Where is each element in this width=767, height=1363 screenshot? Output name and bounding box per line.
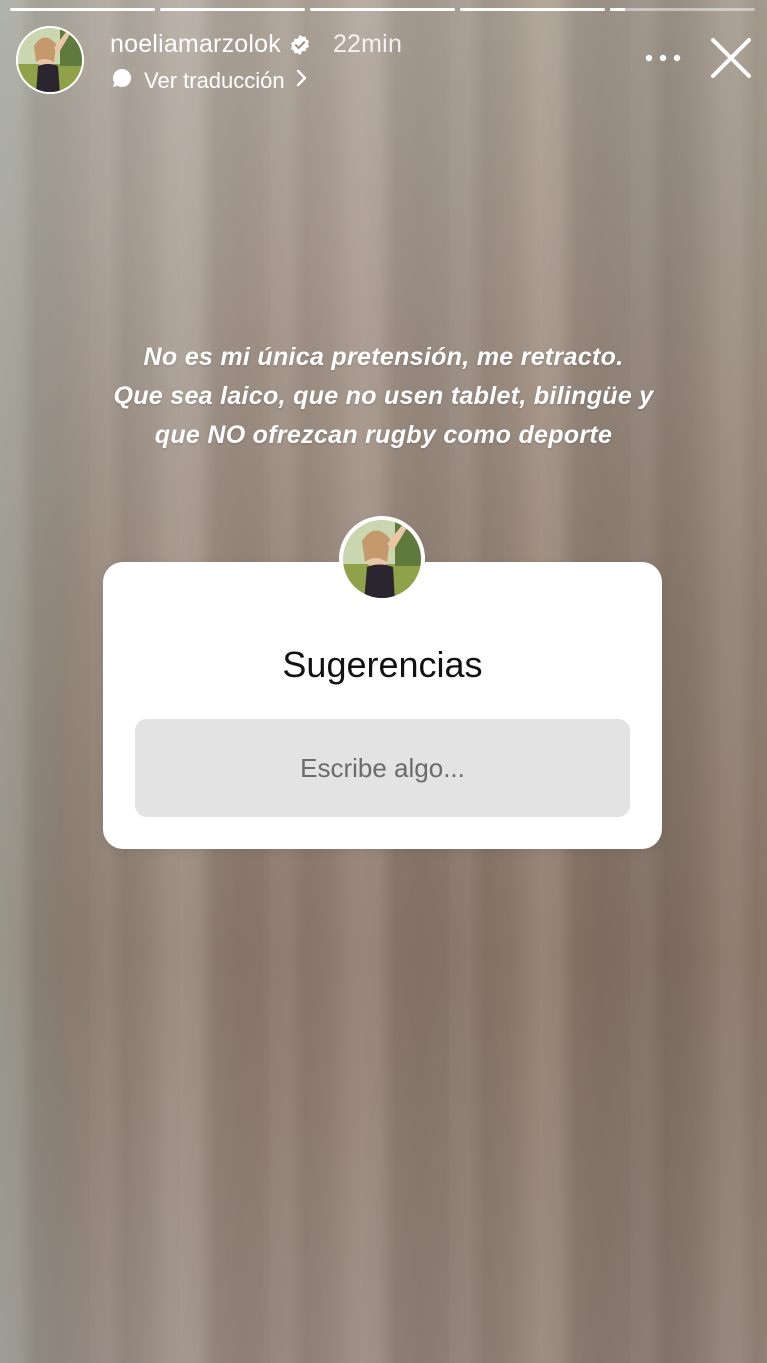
see-translation-link[interactable]: Ver traducción (110, 66, 309, 96)
sticker-title: Sugerencias (282, 644, 483, 685)
progress-segment (160, 8, 305, 11)
close-icon (711, 38, 751, 78)
username[interactable]: noeliamarzolok (110, 30, 281, 59)
translate-bubble-icon (110, 66, 134, 96)
chevron-right-icon (295, 68, 309, 94)
caption-line: Que sea laico, que no usen tablet, bilin… (113, 382, 654, 410)
post-time: 22min (332, 30, 403, 58)
progress-fill (10, 8, 155, 11)
answer-input[interactable]: Escribe algo... (135, 719, 630, 817)
story-header: noeliamarzolok 22min Ver traducción (16, 24, 753, 96)
caption-line: que NO ofrezcan rugby como deporte (154, 421, 613, 449)
progress-segment (10, 8, 155, 11)
more-options-button[interactable] (643, 46, 683, 70)
more-options-icon (645, 54, 681, 62)
progress-segment (460, 8, 605, 11)
progress-fill (460, 8, 605, 11)
story-progress (10, 8, 755, 11)
progress-fill (160, 8, 305, 11)
profile-avatar[interactable] (16, 26, 84, 94)
caption-line: No es mi única pretensión, me retracto. (143, 343, 624, 371)
verified-badge-icon (289, 34, 311, 56)
progress-segment (310, 8, 455, 11)
see-translation-label: Ver traducción (144, 68, 285, 93)
sticker-avatar (339, 516, 425, 602)
close-button[interactable] (709, 36, 753, 80)
user-row: noeliamarzolok 22min (110, 30, 402, 59)
progress-fill (610, 8, 625, 11)
progress-fill (310, 8, 455, 11)
story-caption: No es mi única pretensión, me retracto. … (40, 338, 727, 455)
progress-segment (610, 8, 755, 11)
question-sticker[interactable]: Sugerencias Escribe algo... (103, 516, 662, 849)
